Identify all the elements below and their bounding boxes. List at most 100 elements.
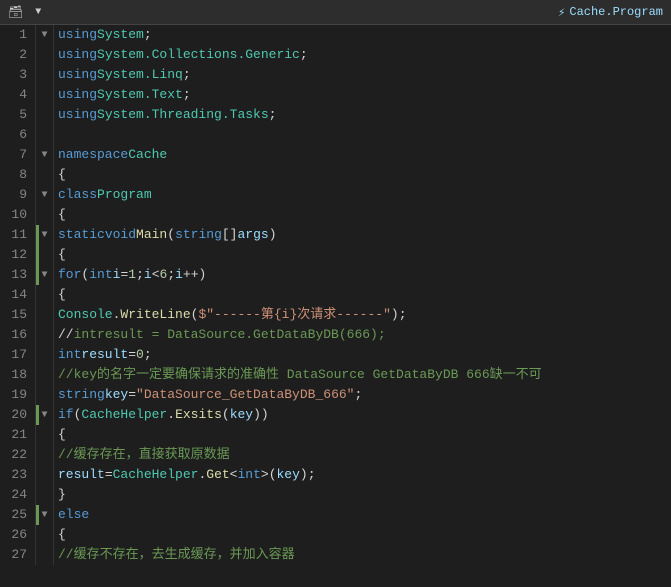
token-fn: Get [206,465,229,485]
token-ch: = [105,465,113,485]
token-ch: ; [144,25,152,45]
title-bar: 🗃 ▼ ⚡ Cache.Program [0,0,671,25]
line-number: 23 [8,465,27,485]
token-ch: { [58,525,66,545]
line-number: 16 [8,325,27,345]
token-ch: { [58,205,66,225]
code-line: { [54,425,671,445]
token-ch: )) [253,405,269,425]
line-number: 3 [8,65,27,85]
token-var: key [230,405,253,425]
token-ch: . [198,465,206,485]
token-kw: using [58,65,97,85]
line-number: 6 [8,125,27,145]
token-var: args [237,225,268,245]
token-kw: for [58,265,81,285]
line-number: 25 [8,505,27,525]
gutter-line [36,165,53,185]
gutter-line [36,105,53,125]
token-ns: System.Text [97,85,183,105]
gutter: ▼▼▼▼▼▼▼ [36,25,54,565]
line-number: 5 [8,105,27,125]
token-ch: >( [261,465,277,485]
gutter-line [36,65,53,85]
token-kw: using [58,25,97,45]
token-ch: ); [300,465,316,485]
title-left: 🗃 ▼ [8,5,41,20]
gutter-line[interactable]: ▼ [36,185,53,205]
line-number: 14 [8,285,27,305]
code-area: using System;using System.Collections.Ge… [54,25,671,565]
line-number: 13 [8,265,27,285]
token-ch: = [128,385,136,405]
token-cn: Program [97,185,152,205]
token-nm: 0 [136,345,144,365]
breadcrumb: Cache.Program [569,5,663,19]
token-kw: int [89,265,112,285]
token-ns: System.Linq [97,65,183,85]
line-number: 7 [8,145,27,165]
token-var: key [105,385,128,405]
token-kw: using [58,105,97,125]
token-ch: // [58,325,74,345]
token-cm: //缓存存在，直接获取原数据 [58,445,230,465]
gutter-line [36,445,53,465]
gutter-line [36,345,53,365]
token-var: key [277,465,300,485]
token-ch: ( [81,265,89,285]
editor-container: 1234567891011121314151617181920212223242… [0,25,671,565]
gutter-line [36,285,53,305]
gutter-line [36,545,53,565]
line-number: 26 [8,525,27,545]
token-ch: ( [167,225,175,245]
token-kw: string [58,385,105,405]
code-line: //缓存存在，直接获取原数据 [54,445,671,465]
line-number: 17 [8,345,27,365]
token-kw2: int [74,325,97,345]
token-ch: { [58,245,66,265]
token-fn: Main [136,225,167,245]
token-ch: ); [391,305,407,325]
code-line: using System.Linq; [54,65,671,85]
line-numbers: 1234567891011121314151617181920212223242… [0,25,36,565]
token-kw: namespace [58,145,128,165]
token-var: result [58,465,105,485]
token-fn: Exsits [175,405,222,425]
code-line: result = CacheHelper.Get<int>(key); [54,465,671,485]
gutter-line [36,465,53,485]
dropdown-arrow[interactable]: ▼ [35,7,41,18]
line-number: 8 [8,165,27,185]
green-indicator [36,245,39,265]
code-line: Console.WriteLine($"------第{i}次请求------"… [54,305,671,325]
token-ch: . [113,305,121,325]
token-kw: else [58,505,89,525]
token-cn: CacheHelper [113,465,199,485]
code-line: int result = 0; [54,345,671,365]
token-ch: ; [136,265,144,285]
token-var: i [144,265,152,285]
token-cm: //key的名字一定要确保请求的准确性 DataSource GetDataBy… [58,365,542,385]
token-ch: ) [269,225,277,245]
line-number: 15 [8,305,27,325]
token-ch: ; [300,45,308,65]
line-number: 18 [8,365,27,385]
token-cn: CacheHelper [81,405,167,425]
code-line: class Program [54,185,671,205]
gutter-line[interactable]: ▼ [36,25,53,45]
code-line: static void Main(string[] args) [54,225,671,245]
gutter-line[interactable]: ▼ [36,145,53,165]
code-line: using System.Collections.Generic; [54,45,671,65]
token-st: "DataSource_GetDataByDB_666" [136,385,354,405]
line-number: 22 [8,445,27,465]
title-right: ⚡ Cache.Program [558,5,663,20]
token-ch: < [152,265,160,285]
code-line: for (int i = 1; i < 6; i++) [54,265,671,285]
code-line [54,125,671,145]
line-number: 10 [8,205,27,225]
token-var: i [175,265,183,285]
token-ns: System [97,25,144,45]
token-cm: result = DataSource.GetDataByDB(666); [97,325,386,345]
token-ch: = [128,345,136,365]
code-line: { [54,205,671,225]
code-line: using System.Text; [54,85,671,105]
